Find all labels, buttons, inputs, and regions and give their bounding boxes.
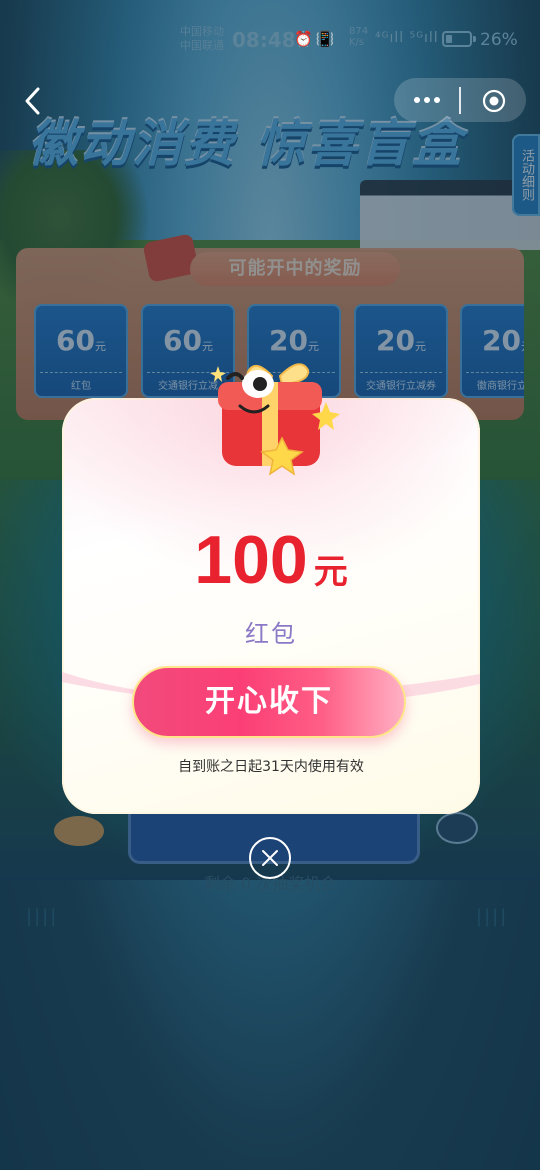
- close-mini-program-button[interactable]: [482, 89, 506, 113]
- battery-tip: [473, 36, 476, 42]
- mini-program-capsule: [394, 78, 526, 122]
- carrier-names: 中国移动 中国联通: [180, 25, 224, 53]
- network-speed-value: 874: [349, 26, 369, 37]
- prize-name: 红包: [245, 620, 297, 648]
- gift-box-icon: [210, 363, 340, 476]
- accept-prize-button[interactable]: 开心收下: [132, 666, 406, 738]
- battery-percent: 26%: [480, 30, 518, 50]
- prize-amount-display: 100 元: [62, 520, 480, 600]
- alarm-icon: ⏰: [294, 30, 316, 48]
- carrier-1: 中国移动: [180, 25, 224, 38]
- prize-amount-unit: 元: [313, 552, 348, 592]
- alarm-vibrate-icons: ⏰📳: [294, 30, 337, 48]
- signal-4g-icon: ⁴ᴳıll: [375, 30, 405, 46]
- prize-amount-value: 100: [194, 522, 308, 598]
- more-button[interactable]: [412, 88, 442, 112]
- close-circle-icon: [482, 89, 506, 113]
- capsule-divider: [459, 87, 461, 114]
- vibrate-icon: 📳: [315, 30, 338, 48]
- signal-5g-icon: ⁵ᴳıll: [409, 30, 439, 46]
- status-bar: 中国移动 中国联通 08:48 ⏰📳 874 K/s ⁴ᴳıll ⁵ᴳıll 2…: [0, 0, 540, 78]
- battery-icon: [442, 31, 472, 47]
- back-button[interactable]: [18, 84, 48, 118]
- network-speed: 874 K/s: [349, 26, 368, 48]
- status-time: 08:48: [232, 28, 296, 52]
- chevron-left-icon: [25, 87, 40, 115]
- modal-close-button[interactable]: [248, 836, 292, 880]
- validity-text: 自到账之日起31天内使用有效: [178, 759, 364, 775]
- network-speed-unit: K/s: [349, 37, 365, 48]
- carrier-2: 中国联通: [180, 39, 224, 52]
- close-circle-icon: [249, 837, 291, 879]
- signal-icons: ⁴ᴳıll ⁵ᴳıll: [375, 30, 439, 46]
- more-dots-icon: [414, 97, 440, 103]
